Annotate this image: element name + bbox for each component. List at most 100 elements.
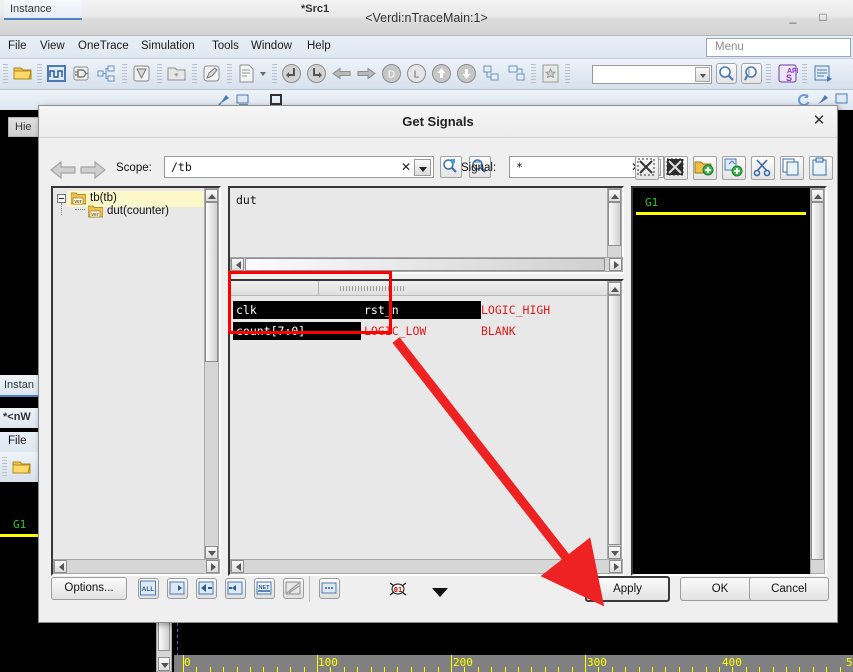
menu-file[interactable]: File [8,40,27,52]
scope-list-vthumb[interactable] [608,202,621,246]
menu-onetrace[interactable]: OneTrace [78,40,129,52]
schematic-icon[interactable] [71,63,94,86]
tree-horizontal-scrollbar[interactable] [53,559,220,574]
ok-button[interactable]: OK [680,577,760,601]
signal-name-clk[interactable]: clk [236,303,257,317]
collapse-tree-icon[interactable] [506,63,529,86]
restore-icon[interactable] [283,578,304,599]
preview-vscrollbar[interactable] [810,188,825,574]
cancel-button[interactable]: Cancel [749,577,829,601]
radix-01-icon[interactable]: 01 [387,580,409,598]
driver-icon[interactable]: D [381,63,404,86]
menu-tools[interactable]: Tools [212,40,239,52]
select-all-icon[interactable] [635,156,659,180]
expand-tree-icon[interactable] [481,63,504,86]
scope-list-vscrollbar[interactable] [607,188,622,258]
toolbar-grip[interactable] [3,64,8,84]
signal-value-logic-low[interactable]: LOGIC_LOW [364,324,426,338]
signal-list-vscrollbar[interactable] [607,281,622,560]
signal-value-blank[interactable]: BLANK [481,324,516,338]
left-dock-file-menu[interactable]: File [0,432,38,452]
waveform-icon[interactable] [46,63,69,86]
toolbar-grip-4[interactable] [157,64,162,84]
toolbar-grip-9[interactable] [565,64,570,84]
report-icon[interactable] [236,63,259,86]
signal-name-rst-n[interactable]: rst_n [364,303,399,317]
up-arrow-icon[interactable] [431,63,454,86]
tree-item-tb[interactable]: tb(tb) [90,192,117,204]
scope-list-scroll-left[interactable] [231,258,244,271]
menu-help[interactable]: Help [307,40,331,52]
menu-window[interactable]: Window [251,40,292,52]
copy-icon[interactable] [780,156,804,180]
load-icon[interactable]: L [406,63,429,86]
zoom-search-icon[interactable] [716,63,739,86]
add-group-icon[interactable] [722,156,746,180]
edit-pencil-icon[interactable] [201,63,224,86]
scope-list-hscrollbar[interactable] [230,257,623,272]
panel-tab-instance[interactable]: Instance [4,0,82,20]
time-ruler[interactable]: 0 100 200 300 400 500 [174,655,853,672]
scope-list-scroll-right[interactable] [609,258,622,271]
hierarchy-icon[interactable] [96,63,119,86]
scope-list-item-dut[interactable]: dut [236,193,257,207]
tree-scroll-left-button[interactable] [54,560,67,573]
signal-list-scroll-down[interactable] [608,546,621,559]
tree-vertical-scrollbar[interactable] [204,188,219,560]
signal-preview-pane[interactable]: G1 [631,186,827,576]
search-input[interactable] [592,65,712,84]
paste-icon[interactable] [809,156,833,180]
signal-list-hscrollbar[interactable] [230,559,623,574]
tree-collapse-toggle[interactable] [57,194,66,203]
rename-icon[interactable]: NET [254,578,275,599]
scope-list-scroll-up[interactable] [608,189,621,202]
more-options-icon[interactable] [319,578,340,599]
forward-arrow-icon[interactable] [79,157,107,183]
toolbar-grip-5[interactable] [192,64,197,84]
panel-tab-src1[interactable]: *Src1 [295,0,365,20]
insert-after-icon[interactable] [196,578,217,599]
down-arrow-icon[interactable] [456,63,479,86]
signal-name-count[interactable]: count[7:0] [236,324,305,338]
annotation-icon[interactable] [813,63,836,86]
tree-item-dut[interactable]: dut(counter) [107,205,169,217]
source-folder-icon[interactable] [166,63,189,86]
minimize-button[interactable]: _ [785,10,801,26]
tree-scroll-down-button[interactable] [205,546,218,559]
transaction-icon[interactable] [131,63,154,86]
tree-scroll-thumb[interactable] [205,202,218,362]
left-dock-grip[interactable] [2,457,7,477]
scope-input[interactable]: /tb ✕ [164,156,434,178]
preview-vthumb[interactable] [811,202,824,560]
deselect-all-icon[interactable] [664,156,688,180]
toolbar-grip-8[interactable] [531,64,536,84]
signal-list-scroll-right[interactable] [609,560,622,573]
menu-simulation[interactable]: Simulation [141,40,195,52]
toolbar-grip-10[interactable] [766,64,771,84]
apps-icon[interactable]: APPS [777,63,802,86]
maximize-button[interactable]: □ [815,10,831,26]
open-folder-icon[interactable] [12,63,35,86]
toolbar-grip-11[interactable] [802,64,807,84]
signal-value-logic-high[interactable]: LOGIC_HIGH [481,303,550,317]
back-arrow-icon[interactable] [49,157,77,183]
close-icon[interactable]: ✕ [811,113,827,129]
menu-search-input[interactable]: Menu [706,38,851,57]
scope-dropdown-icon[interactable] [414,159,431,176]
preview-scroll-up[interactable] [811,189,824,202]
signal-list-vthumb[interactable] [608,295,621,545]
signal-col-divider[interactable] [318,281,319,295]
zoom-find-icon[interactable] [741,63,764,86]
toolbar-grip-6[interactable] [227,64,232,84]
bookmark-icon[interactable] [540,63,563,86]
scope-clear-icon[interactable]: ✕ [401,160,411,174]
signal-list-panel[interactable]: clk rst_n LOGIC_HIGH count[7:0] LOGIC_LO… [228,279,624,576]
tree-scroll-up-button[interactable] [205,189,218,202]
signal-list-scroll-up[interactable] [608,282,621,295]
menu-view[interactable]: View [40,40,65,52]
tree-scroll-right-button[interactable] [206,560,219,573]
arrow-right-icon[interactable] [356,63,379,86]
signal-header-grip[interactable] [340,286,406,291]
wave-vertical-scrollbar[interactable] [156,620,172,672]
apply-button[interactable]: Apply [585,576,670,602]
